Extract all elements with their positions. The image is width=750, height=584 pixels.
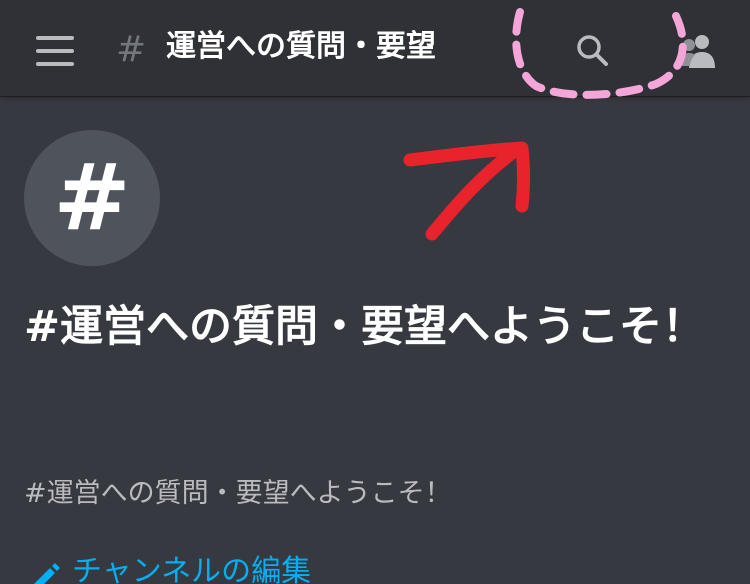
channel-avatar-hash: # [53,144,131,251]
hamburger-menu-icon[interactable] [36,36,74,66]
search-icon[interactable] [568,26,618,76]
channel-avatar: # [24,130,160,266]
app-screen: # 運営への質問・要望 # #運営への質問・要望へようこそ！ #運営への質問・要… [0,0,750,584]
edit-channel-label: チャンネルの編集 [72,554,312,584]
red-arrow-head [403,141,530,213]
pencil-icon [26,558,62,584]
channel-title: 運営への質問・要望 [166,29,436,64]
members-icon[interactable] [672,26,722,76]
channel-hash-icon: # [116,29,147,70]
channel-header: # 運営への質問・要望 [0,0,750,96]
welcome-subtitle: #運営への質問・要望へようこそ！ [24,478,452,509]
welcome-heading: #運営への質問・要望へようこそ！ [24,302,706,352]
red-arrow-shaft [425,143,523,241]
